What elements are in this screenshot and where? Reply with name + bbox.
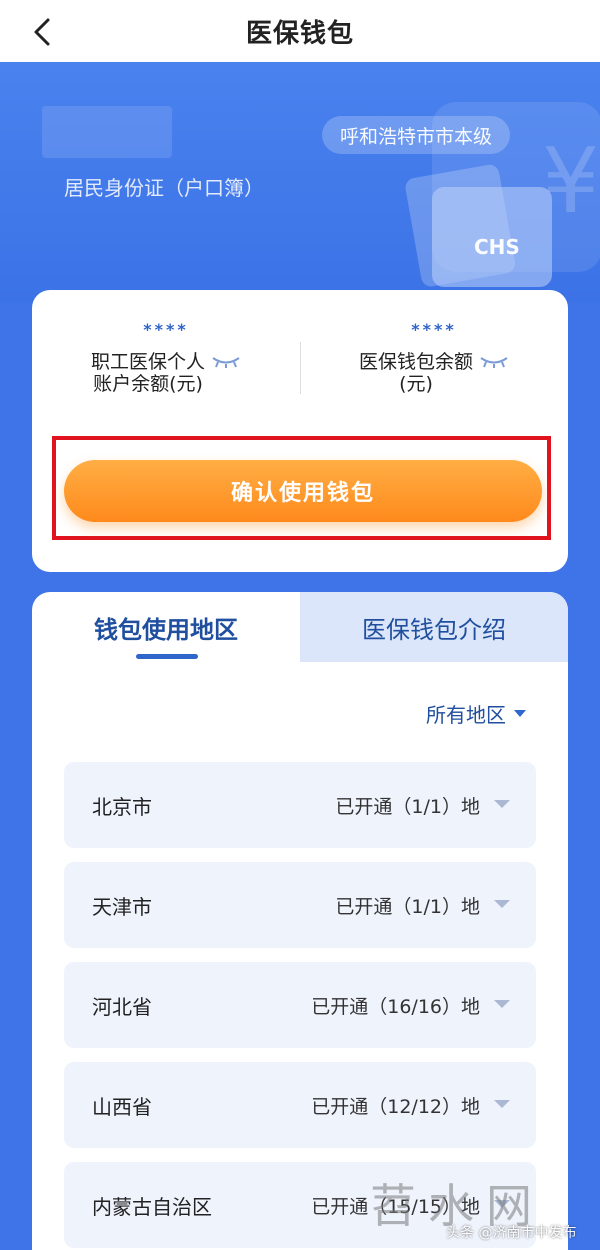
caret-down-icon [494,1000,510,1008]
active-tab-indicator [136,654,198,659]
caret-down-icon [514,709,526,717]
chevron-left-icon [34,18,50,46]
region-status: 已开通（1/1）地 [335,795,480,818]
balance-label: 医保钱包余额 (元) [359,351,473,395]
region-status: 已开通（15/15）地 [311,1195,480,1218]
list-item[interactable]: 河北省 已开通（16/16）地 [64,962,536,1048]
list-item[interactable]: 北京市 已开通（1/1）地 [64,762,536,848]
caret-down-icon [494,1100,510,1108]
confirm-use-wallet-button[interactable]: 确认使用钱包 [64,460,542,522]
masked-balance: **** [411,320,457,339]
region-status: 已开通（1/1）地 [335,895,480,918]
caret-down-icon [494,800,510,808]
region-name: 内蒙古自治区 [92,1194,212,1219]
balance-label-line2: 账户余额(元) [93,373,203,395]
eye-closed-icon[interactable] [211,355,241,369]
eye-closed-icon[interactable] [479,355,509,369]
personal-account-balance: **** 职工医保个人 账户余额(元) [32,320,300,420]
balance-label-line2: (元) [399,373,433,395]
wallet-balance: **** 医保钱包余额 (元) [300,320,568,420]
tab-wallet-regions[interactable]: 钱包使用地区 [32,592,300,662]
masked-balance: **** [143,320,189,339]
id-type-label: 居民身份证（户口簿） [64,176,264,200]
region-name: 山西省 [92,1094,152,1119]
region-tag: 呼和浩特市市本级 [322,116,511,154]
region-filter-dropdown[interactable]: 所有地区 [426,698,526,728]
caret-down-icon [494,900,510,908]
balance-card: **** 职工医保个人 账户余额(元) **** 医保钱包余额 (元) 确认使用… [32,290,568,572]
tab-wallet-intro[interactable]: 医保钱包介绍 [300,592,568,662]
list-item[interactable]: 山西省 已开通（12/12）地 [64,1062,536,1148]
region-list: 北京市 已开通（1/1）地 天津市 已开通（1/1）地 河北省 已开通（16/1… [64,762,536,1250]
page-title: 医保钱包 [245,18,354,49]
balance-label-line1: 职工医保个人 [90,351,205,373]
account-header: 居民身份证（户口簿） ¥ CHS 呼和浩特市市本级 [0,62,600,302]
back-button[interactable] [22,12,62,52]
top-nav-bar: 医保钱包 [0,0,600,62]
caret-down-icon [494,1200,510,1208]
balance-label: 职工医保个人 账户余额(元) [91,351,205,395]
tab-bar: 钱包使用地区 医保钱包介绍 [32,592,568,662]
region-status: 已开通（12/12）地 [311,1095,480,1118]
region-filter-label: 所有地区 [426,702,506,727]
chs-logo-text: CHS [474,235,520,259]
region-name: 北京市 [92,794,152,819]
regions-card: 钱包使用地区 医保钱包介绍 所有地区 北京市 已开通（1/1）地 天津市 已开通… [32,592,568,1250]
region-status: 已开通（16/16）地 [311,995,480,1018]
balance-label-line1: 医保钱包余额 [358,351,473,373]
region-name: 天津市 [92,894,152,919]
list-item[interactable]: 天津市 已开通（1/1）地 [64,862,536,948]
name-placeholder [42,106,172,158]
list-item[interactable]: 内蒙古自治区 已开通（15/15）地 [64,1162,536,1248]
region-name: 河北省 [92,994,152,1019]
